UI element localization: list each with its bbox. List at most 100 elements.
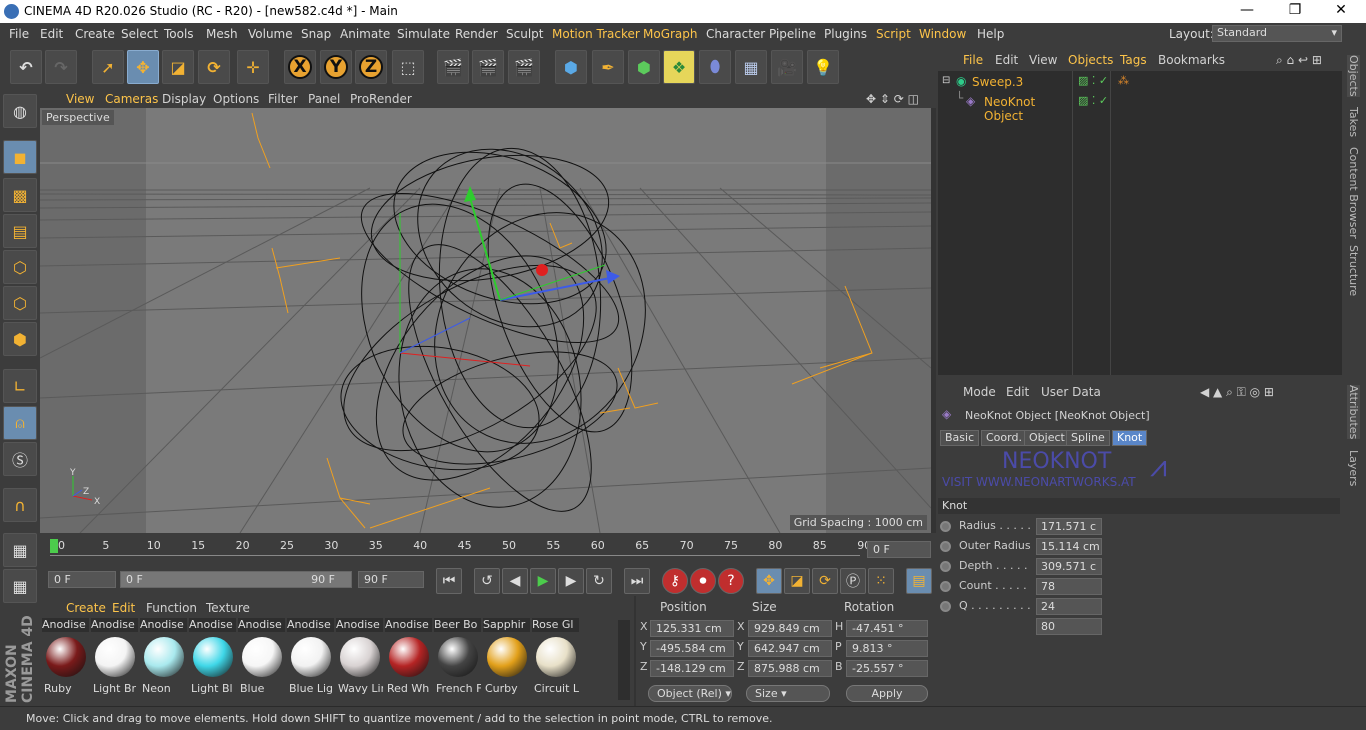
menu-simulate[interactable]: Simulate [397, 27, 450, 41]
previous-key-button[interactable]: ↺ [474, 568, 500, 594]
parameter-value[interactable]: 309.571 c [1036, 558, 1102, 575]
viewport-menu-filter[interactable]: Filter [268, 92, 298, 106]
previous-frame-button[interactable]: ◀ [502, 568, 528, 594]
size-field[interactable]: 929.849 cm [748, 620, 832, 637]
tweak-mode-button[interactable]: ⍝ [3, 406, 37, 440]
material-swatch[interactable]: Anodise Wavy Lin [336, 618, 383, 700]
cloner-button[interactable]: ❖ [663, 50, 695, 84]
viewport-menu-view[interactable]: View [66, 92, 94, 106]
keyframe-selection-button[interactable]: ? [718, 568, 744, 594]
playhead[interactable] [50, 539, 58, 553]
light-button[interactable]: 💡 [807, 50, 839, 84]
parameter-value[interactable]: 171.571 c [1036, 518, 1102, 535]
start-frame-field[interactable]: 0 F [48, 571, 116, 588]
tab-object[interactable]: Object [1024, 430, 1070, 446]
tab-attributes[interactable]: Attributes [1347, 385, 1360, 440]
objects-menu-file[interactable]: File [963, 53, 983, 67]
key-rotation-button[interactable]: ⟳ [812, 568, 838, 594]
objects-menu-view[interactable]: View [1029, 53, 1057, 67]
visibility-check-icon[interactable]: ▨ ⁚ ✓ [1078, 74, 1108, 87]
parameter-value[interactable]: 15.114 cm [1036, 538, 1102, 555]
autokey-button[interactable]: ⏺ [690, 568, 716, 594]
menu-sculpt[interactable]: Sculpt [506, 27, 543, 41]
object-manager-icons[interactable]: ⌕ ⌂ ↩ ⊞ [1276, 53, 1322, 68]
size-mode-select[interactable]: Size ▾ [746, 685, 830, 702]
current-frame-field[interactable]: 0 F [867, 541, 931, 558]
menu-mograph[interactable]: MoGraph [643, 27, 698, 41]
material-swatch[interactable]: Anodise Red Wh [385, 618, 432, 700]
edges-mode-button[interactable]: ⬡ [3, 286, 37, 320]
tab-objects[interactable]: Objects [1347, 55, 1360, 97]
live-selection-button[interactable]: ➚ [92, 50, 124, 84]
render-picture-viewer-button[interactable]: 🎬 [472, 50, 504, 84]
maximize-button[interactable]: ❐ [1280, 2, 1310, 18]
viewport-nav-icons[interactable]: ✥ ⇕ ⟳ ◫ [866, 92, 919, 106]
menu-help[interactable]: Help [977, 27, 1004, 41]
parameter-value[interactable]: 24 [1036, 598, 1102, 615]
menu-snap[interactable]: Snap [301, 27, 331, 41]
apply-button[interactable]: Apply [846, 685, 928, 702]
material-menu-edit[interactable]: Edit [112, 601, 135, 615]
menu-motion-tracker[interactable]: Motion Tracker [552, 27, 640, 41]
coordinate-mode-select[interactable]: Object (Rel) ▾ [648, 685, 732, 702]
material-scrollbar[interactable] [618, 620, 630, 700]
deformer-button[interactable]: ⬮ [699, 50, 731, 84]
position-field[interactable]: -148.129 cm [650, 660, 734, 677]
animate-dot-icon[interactable] [940, 520, 951, 532]
close-button[interactable]: ✕ [1326, 2, 1356, 18]
tab-spline[interactable]: Spline [1066, 430, 1110, 446]
viewport-menu-options[interactable]: Options [213, 92, 259, 106]
menu-file[interactable]: File [9, 27, 29, 41]
material-menu-texture[interactable]: Texture [206, 601, 250, 615]
tab-knot[interactable]: Knot [1112, 430, 1148, 446]
workplane-button[interactable]: ▤ [3, 214, 37, 248]
material-swatch[interactable]: Anodise Blue [238, 618, 285, 700]
render-view-button[interactable]: 🎬 [437, 50, 469, 84]
snap-button[interactable]: ∩ [3, 488, 37, 522]
axis-mode-button[interactable]: ∟ [3, 369, 37, 403]
recent-tool-button[interactable]: ✛ [237, 50, 269, 84]
material-swatch[interactable]: Rose Gl Circuit L [532, 618, 579, 700]
make-editable-button[interactable]: ◍ [3, 94, 37, 128]
attributes-menu-mode[interactable]: Mode [963, 385, 996, 399]
camera-label[interactable]: Perspective [42, 110, 114, 125]
menu-window[interactable]: Window [919, 27, 966, 41]
undo-button[interactable]: ↶ [10, 50, 42, 84]
go-to-end-button[interactable]: ⏭ [624, 568, 650, 594]
material-swatch[interactable]: Anodise Neon [140, 618, 187, 700]
viewport-menu-cameras[interactable]: Cameras [105, 92, 158, 106]
points-mode-button[interactable]: ⬡ [3, 250, 37, 284]
rotation-field[interactable]: -47.451 ° [846, 620, 928, 637]
scale-button[interactable]: ◪ [162, 50, 194, 84]
objects-menu-bookmarks[interactable]: Bookmarks [1158, 53, 1225, 67]
menu-mesh[interactable]: Mesh [206, 27, 238, 41]
timeline-window-button[interactable]: ▤ [906, 568, 932, 594]
floor-button[interactable]: ▦ [735, 50, 767, 84]
key-position-button[interactable]: ✥ [756, 568, 782, 594]
menu-create[interactable]: Create [75, 27, 115, 41]
object-row-neoknot[interactable]: └ ◈ NeoKnot Object [938, 91, 1070, 123]
tab-takes[interactable]: Takes [1347, 107, 1360, 137]
material-swatch[interactable]: Anodise Light Br [91, 618, 138, 700]
attributes-menu-user-data[interactable]: User Data [1041, 385, 1101, 399]
solo-button[interactable]: Ⓢ [3, 442, 37, 476]
next-frame-button[interactable]: ▶ [558, 568, 584, 594]
material-swatch[interactable]: Beer Bo French F [434, 618, 481, 700]
polygons-mode-button[interactable]: ⬢ [3, 322, 37, 356]
position-field[interactable]: 125.331 cm [650, 620, 734, 637]
object-list[interactable]: ⊟ ◉ Sweep.3 └ ◈ NeoKnot Object ▨ ⁚ ✓ ▨ ⁚… [938, 71, 1342, 375]
menu-pipeline[interactable]: Pipeline [769, 27, 816, 41]
rotate-button[interactable]: ⟳ [198, 50, 230, 84]
animate-dot-icon[interactable] [940, 580, 951, 592]
menu-edit[interactable]: Edit [40, 27, 63, 41]
object-row-sweep[interactable]: ⊟ ◉ Sweep.3 [938, 73, 1070, 91]
menu-script[interactable]: Script [876, 27, 911, 41]
objects-menu-edit[interactable]: Edit [995, 53, 1018, 67]
viewport-menu-display[interactable]: Display [162, 92, 206, 106]
objects-menu-objects[interactable]: Objects [1068, 53, 1113, 67]
expand-icon[interactable]: ⊟ [942, 75, 950, 86]
x-axis-button[interactable]: X [284, 50, 316, 84]
rotation-field[interactable]: -25.557 ° [846, 660, 928, 677]
layout-select[interactable]: Standard ▾ [1212, 25, 1342, 42]
tag-icon[interactable]: ⁂ [1118, 74, 1129, 87]
